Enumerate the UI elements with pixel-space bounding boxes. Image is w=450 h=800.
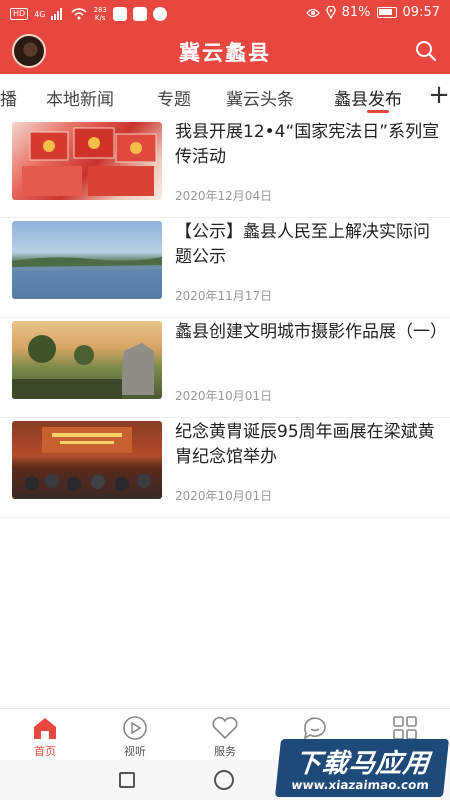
- speed-unit: K/s: [94, 14, 106, 22]
- network-badge: HD: [10, 8, 29, 20]
- signal-icon: [51, 8, 63, 20]
- news-title: 纪念黄胄诞辰95周年画展在梁斌黄胄纪念馆举办: [175, 422, 435, 467]
- news-title: 【公示】蠡县人民至上解决实际问题公示: [175, 222, 430, 267]
- tab-topics[interactable]: 专题: [157, 85, 191, 110]
- home-icon: [34, 718, 56, 739]
- speed-value: 283: [93, 6, 107, 14]
- app-title: 冀云蠡县: [179, 41, 271, 65]
- news-date: 2020年11月17日: [175, 289, 273, 303]
- news-item[interactable]: 纪念黄胄诞辰95周年画展在梁斌黄胄纪念馆举办 2020年10月01日: [0, 418, 450, 518]
- tab-jiyun-headlines[interactable]: 冀云头条: [226, 85, 294, 110]
- nav-service[interactable]: 服务: [180, 709, 270, 761]
- news-thumbnail-constitution: [12, 122, 162, 200]
- heart-icon: [212, 716, 238, 740]
- clock: 09:57: [402, 5, 440, 20]
- active-tab-indicator: [367, 110, 389, 113]
- nav-media-label: 视听: [124, 745, 146, 758]
- home-button[interactable]: [214, 770, 234, 790]
- nav-media[interactable]: 视听: [90, 709, 180, 761]
- news-thumbnail-lake: [12, 221, 162, 299]
- recent-apps-button[interactable]: [119, 772, 135, 788]
- category-tabs: 播 本地新闻 专题 冀云头条 蠡县发布 +: [0, 74, 450, 118]
- tab-live[interactable]: 播: [0, 85, 17, 110]
- news-item[interactable]: 我县开展12•4“国家宪法日”系列宣传活动 2020年12月04日: [0, 118, 450, 218]
- wifi-icon: [71, 8, 88, 20]
- news-date: 2020年12月04日: [175, 189, 273, 203]
- status-bar: HD 4G 283 K/s 81% 09:57: [0, 0, 450, 28]
- battery-percent: 81%: [341, 5, 371, 20]
- watermark-url: www.xiazaimao.com: [290, 778, 430, 792]
- tab-local-news[interactable]: 本地新闻: [46, 85, 114, 110]
- news-item[interactable]: 【公示】蠡县人民至上解决实际问题公示 2020年11月17日: [0, 218, 450, 318]
- watermark-logo: 下载马应用 www.xiazaimao.com: [274, 739, 450, 797]
- notification-browser-icon: [152, 7, 167, 21]
- location-icon: [325, 6, 336, 19]
- news-title: 我县开展12•4“国家宪法日”系列宣传活动: [175, 122, 440, 167]
- search-icon[interactable]: [414, 39, 438, 63]
- status-right: 81% 09:57: [305, 5, 440, 20]
- watermark-main-text: 下载马应用: [293, 749, 432, 779]
- news-date: 2020年10月01日: [175, 389, 273, 403]
- nav-home-label: 首页: [34, 745, 56, 758]
- notification-mail-icon: [132, 7, 147, 21]
- tab-lixian-release[interactable]: 蠡县发布: [334, 85, 402, 110]
- battery-icon: [376, 7, 397, 18]
- eye-icon: [305, 8, 320, 17]
- news-thumbnail-park: [12, 321, 162, 399]
- play-icon: [123, 716, 147, 740]
- signal-label: 4G: [34, 9, 46, 19]
- add-tab-button[interactable]: +: [428, 78, 450, 114]
- notification-app-icon: [112, 7, 127, 21]
- nav-home[interactable]: 首页: [0, 709, 90, 761]
- app-header: 冀云蠡县: [0, 28, 450, 74]
- news-date: 2020年10月01日: [175, 489, 273, 503]
- news-title: 蠡县创建文明城市摄影作品展（一）: [175, 322, 447, 342]
- news-item[interactable]: 蠡县创建文明城市摄影作品展（一） 2020年10月01日: [0, 318, 450, 418]
- status-left: HD 4G 283 K/s: [10, 6, 167, 22]
- news-thumbnail-exhibition: [12, 421, 162, 499]
- grid-icon: [393, 716, 417, 740]
- network-speed: 283 K/s: [93, 6, 106, 22]
- chat-icon: [303, 717, 326, 740]
- nav-service-label: 服务: [214, 745, 236, 758]
